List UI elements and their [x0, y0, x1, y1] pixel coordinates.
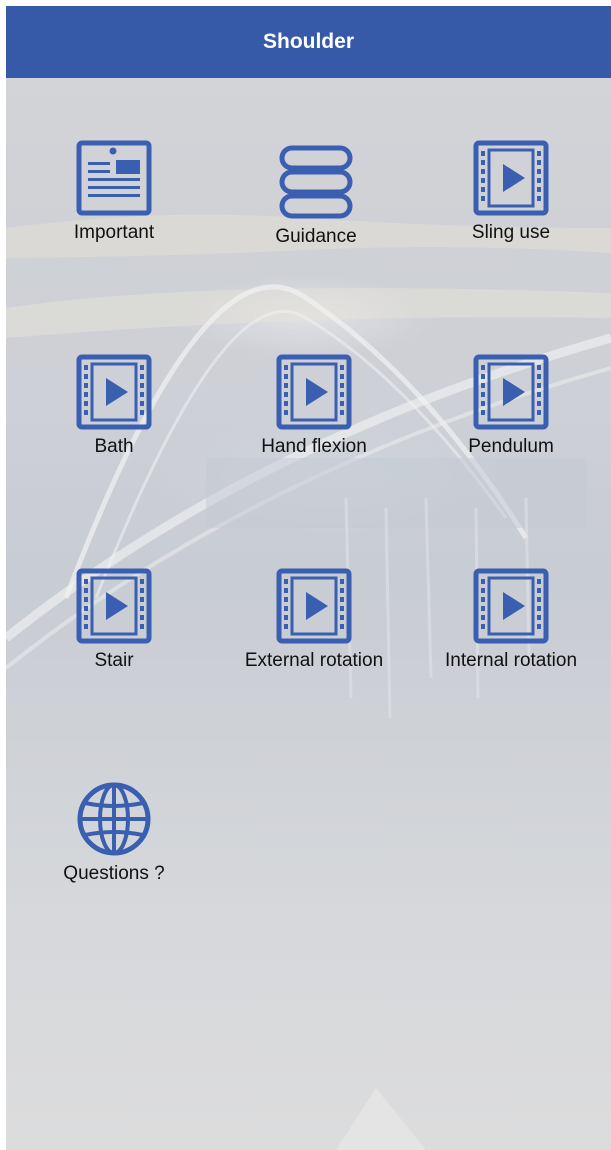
globe-icon [77, 782, 151, 856]
video-icon [473, 140, 549, 216]
video-icon [76, 568, 152, 644]
menu-item-sling-use[interactable]: Sling use [411, 140, 611, 270]
menu-item-important[interactable]: Important [14, 140, 214, 270]
page-title: Shoulder [262, 30, 354, 53]
menu-item-label: Internal rotation [444, 650, 578, 671]
video-icon [76, 354, 152, 430]
menu-item-pendulum[interactable]: Pendulum [411, 354, 611, 484]
app-header: Shoulder [6, 6, 611, 78]
menu-item-label: External rotation [244, 650, 384, 671]
app-screen: Shoulder Important Guidance Sling use Ba… [6, 6, 611, 1150]
menu-item-label: Sling use [471, 222, 551, 243]
menu-item-stair[interactable]: Stair [14, 568, 214, 698]
stack-icon [279, 145, 353, 219]
menu-item-bath[interactable]: Bath [14, 354, 214, 484]
menu-item-label: Important [73, 222, 155, 243]
video-icon [276, 354, 352, 430]
video-icon [473, 354, 549, 430]
video-icon [473, 568, 549, 644]
video-icon [276, 568, 352, 644]
menu-item-label: Bath [94, 436, 134, 457]
menu-item-hand-flexion[interactable]: Hand flexion [214, 354, 414, 484]
menu-item-label: Pendulum [468, 436, 554, 457]
document-icon [76, 140, 152, 216]
menu-item-guidance[interactable]: Guidance [216, 144, 416, 274]
menu-item-label: Stair [94, 650, 134, 671]
menu-item-external-rotation[interactable]: External rotation [214, 568, 414, 698]
menu-item-internal-rotation[interactable]: Internal rotation [411, 568, 611, 698]
menu-item-label: Guidance [275, 226, 357, 247]
menu-item-label: Questions ? [63, 863, 165, 884]
menu-item-label: Hand flexion [261, 436, 367, 457]
menu-item-questions[interactable]: Questions ? [14, 781, 214, 911]
